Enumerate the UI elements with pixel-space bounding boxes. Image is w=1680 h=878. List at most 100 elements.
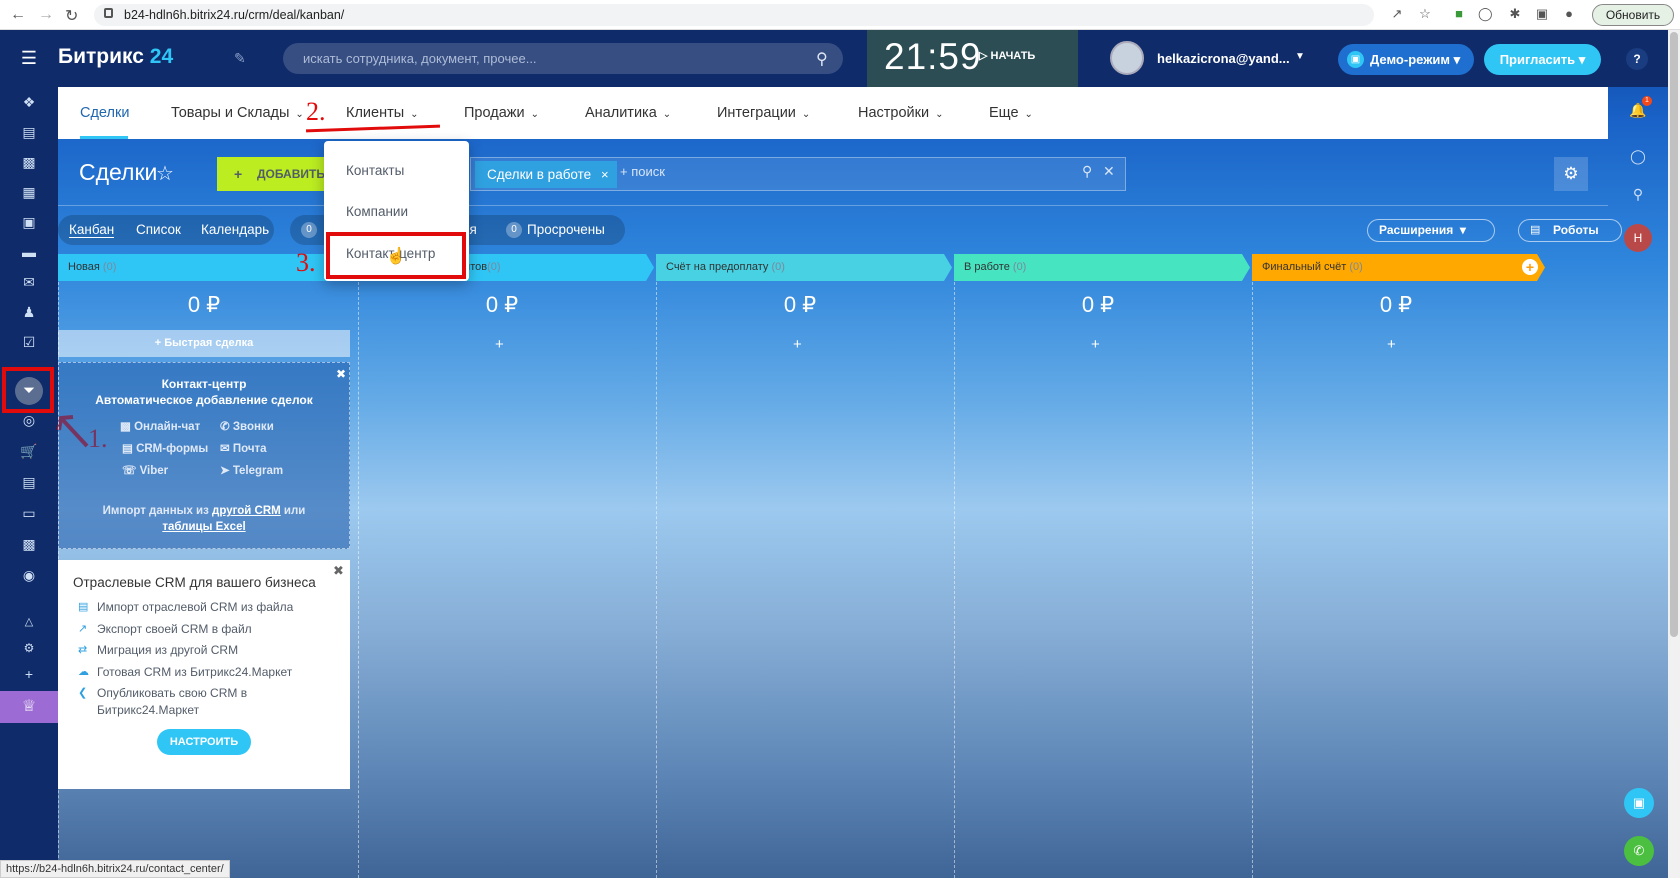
update-browser-button[interactable]: Обновить (1592, 4, 1674, 26)
box-icon[interactable]: ▩ (19, 534, 39, 554)
documents-icon[interactable]: ▣ (19, 212, 39, 232)
scrollbar-thumb[interactable] (1670, 32, 1678, 637)
menu-burger-icon[interactable]: ☰ (19, 48, 39, 68)
forward-icon[interactable]: → (38, 6, 54, 24)
menu-analytics[interactable]: Аналитика ⌄ (585, 105, 671, 121)
crown-icon[interactable]: ♕ (0, 691, 58, 723)
reload-icon[interactable]: ↻ (65, 6, 78, 26)
column-header-in-work[interactable]: В работе (0) (954, 254, 1250, 281)
menu-clients[interactable]: Клиенты ⌄ (346, 105, 419, 121)
cc-viber[interactable]: ☏ Viber (122, 463, 168, 477)
drive-icon[interactable]: ▬ (19, 242, 39, 262)
cc-mail[interactable]: ✉ Почта (220, 441, 267, 455)
overdue-counter-badge[interactable]: 0 (506, 222, 522, 238)
messenger-icon[interactable]: ▩ (19, 152, 39, 172)
close-icon[interactable]: ✖ (333, 563, 344, 579)
chevron-down-icon[interactable]: ▼ (1295, 51, 1305, 62)
rail-avatar[interactable]: H (1624, 224, 1652, 252)
menu-sales[interactable]: Продажи ⌄ (464, 105, 539, 121)
add-column-icon[interactable]: + (1522, 259, 1538, 275)
add-deal-plus-icon[interactable]: + (495, 336, 504, 353)
configure-button[interactable]: НАСТРОИТЬ (157, 729, 251, 755)
share-icon[interactable]: ↗ (1390, 7, 1404, 21)
star-icon[interactable]: ☆ (156, 161, 174, 186)
gear-icon[interactable]: ⚙ (1554, 157, 1588, 191)
column-sum: 0 ₽ (485, 292, 519, 317)
menu-settings[interactable]: Настройки ⌄ (858, 105, 944, 121)
cc-calls[interactable]: ✆ Звонки (220, 419, 274, 433)
crm-export-link[interactable]: Экспорт своей CRM в файл (97, 622, 252, 636)
help-icon[interactable]: ? (1626, 48, 1648, 70)
avatar[interactable] (1110, 41, 1144, 75)
column-header-final[interactable]: Финальный счёт (0) (1252, 254, 1545, 281)
cart-icon[interactable]: 🛒 (19, 441, 39, 461)
chat-rail-icon[interactable]: ◯ (1628, 146, 1648, 166)
column-header-prepay[interactable]: Счёт на предоплату (0) (656, 254, 952, 281)
mail-icon[interactable]: ✉ (19, 272, 39, 292)
bookmark-star-icon[interactable]: ☆ (1418, 7, 1432, 21)
extensions-button[interactable]: Расширения ▾ (1367, 219, 1495, 242)
add-deal-plus-icon[interactable]: + (793, 336, 802, 353)
feed-icon[interactable]: ❖ (19, 92, 39, 112)
logo[interactable]: Битрикс 24 (58, 45, 173, 69)
calendar-icon[interactable]: ▦ (19, 182, 39, 202)
groups-icon[interactable]: ♟ (19, 302, 39, 322)
dropdown-companies[interactable]: Компании (346, 204, 408, 219)
more-circle-icon[interactable]: ◉ (19, 565, 39, 585)
target-icon[interactable]: ◎ (19, 410, 39, 430)
crm-migration-link[interactable]: Миграция из другой CRM (97, 643, 238, 657)
filter-placeholder[interactable]: + поиск (620, 164, 665, 179)
user-name[interactable]: helkazicrona@yand... (1157, 51, 1290, 66)
rail-search-icon[interactable]: ⚲ (1628, 184, 1648, 204)
search-icon[interactable]: ⚲ (816, 49, 828, 69)
store-icon[interactable]: ▭ (19, 503, 39, 523)
back-icon[interactable]: ← (10, 6, 26, 24)
crm-market-link[interactable]: Готовая CRM из Битрикс24.Маркет (97, 665, 292, 679)
invite-button[interactable]: Пригласить ▾ (1484, 44, 1601, 75)
checklist-icon[interactable]: ☑ (19, 332, 39, 352)
menu-products[interactable]: Товары и Склады ⌄ (171, 105, 304, 121)
menu-deals[interactable]: Сделки (80, 105, 129, 121)
view-list[interactable]: Список (136, 222, 181, 237)
cc-online-chat[interactable]: ▩ Онлайн-чат (120, 419, 200, 433)
start-workday-button[interactable]: ▷ НАЧАТЬ (979, 49, 1035, 62)
add-deal-button[interactable]: + ДОБАВИТЬ (217, 157, 327, 191)
counter-badge[interactable]: 0 (301, 222, 317, 238)
menu-integrations[interactable]: Интеграции ⌄ (717, 105, 810, 121)
view-calendar[interactable]: Календарь (201, 222, 269, 237)
profile-icon[interactable]: ● (1562, 7, 1576, 21)
add-icon[interactable]: + (19, 664, 39, 684)
import-crm-link[interactable]: другой CRM (212, 505, 281, 517)
sidepanel-icon[interactable]: ▣ (1535, 7, 1549, 21)
filter-clear-icon[interactable]: ✕ (1103, 163, 1115, 180)
menu-more[interactable]: Еще ⌄ (989, 105, 1033, 121)
settings-icon[interactable]: ⚙ (19, 638, 39, 658)
search-input[interactable]: искать сотрудника, документ, прочее... (283, 43, 843, 74)
tasks-icon[interactable]: ▤ (19, 122, 39, 142)
edit-pencil-icon[interactable]: ✎ (234, 50, 246, 67)
cc-crm-forms[interactable]: ▤ CRM-формы (122, 441, 208, 455)
puzzle-icon[interactable]: ✱ (1508, 7, 1522, 21)
open-lines-icon[interactable]: ▣ (1624, 788, 1654, 818)
crm-import-link[interactable]: Импорт отраслевой CRM из файла (97, 600, 293, 614)
cursor-hand-icon: ☝ (386, 248, 406, 265)
add-deal-plus-icon[interactable]: + (1387, 336, 1396, 353)
remove-filter-icon[interactable]: × (601, 161, 609, 188)
add-deal-plus-icon[interactable]: + (1091, 336, 1100, 353)
quick-deal-button[interactable]: + Быстрая сделка (58, 330, 350, 357)
address-bar[interactable]: b24-hdln6h.bitrix24.ru/crm/deal/kanban/ (94, 4, 1374, 26)
crm-publish-link[interactable]: Опубликовать свою CRM в (97, 686, 247, 700)
filter-search-icon[interactable]: ⚲ (1082, 163, 1092, 180)
import-excel-link[interactable]: таблицы Excel (162, 521, 245, 533)
view-kanban[interactable]: Канбан (69, 222, 115, 238)
overdue-counter-label[interactable]: Просрочены (527, 222, 605, 237)
cc-telegram[interactable]: ➤ Telegram (220, 463, 283, 477)
extension-icon[interactable]: ■ (1452, 7, 1466, 21)
dropdown-contacts[interactable]: Контакты (346, 163, 404, 178)
sitemap-icon[interactable]: △ (19, 612, 39, 632)
shield-icon[interactable]: ◯ (1478, 7, 1493, 21)
filter-preset-tag[interactable]: Сделки в работе (475, 161, 617, 188)
crm-publish-link-2[interactable]: Битрикс24.Маркет (97, 703, 199, 717)
phone-icon[interactable]: ✆ (1624, 836, 1654, 866)
contacts-card-icon[interactable]: ▤ (19, 472, 39, 492)
